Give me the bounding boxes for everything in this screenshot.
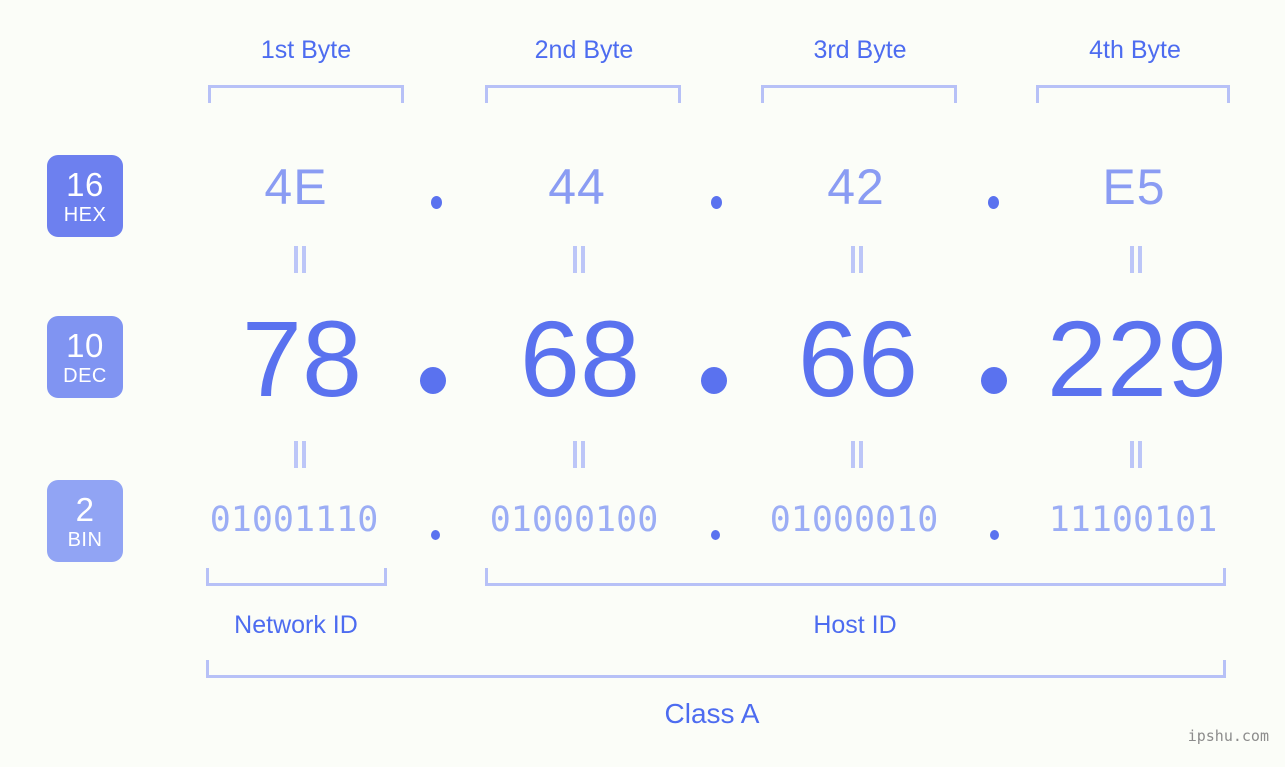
bin-value-byte-2: 01000100 xyxy=(489,500,659,540)
hex-separator-1 xyxy=(431,196,442,209)
base-badge-bin: 2 BIN xyxy=(47,480,123,562)
dec-value-byte-3: 66 xyxy=(797,298,919,419)
bin-value-byte-3: 01000010 xyxy=(769,500,939,540)
hex-separator-2 xyxy=(711,196,722,209)
equality-mark-dec-bin-2 xyxy=(571,441,587,468)
byte-header-label-1: 1st Byte xyxy=(260,36,352,64)
equality-mark-hex-dec-2 xyxy=(571,246,587,273)
byte-header-label-2: 2nd Byte xyxy=(534,36,634,64)
network-id-bracket xyxy=(206,568,387,586)
hex-value-byte-4: E5 xyxy=(1102,159,1166,215)
bin-separator-1 xyxy=(431,530,440,540)
host-id-label: Host ID xyxy=(813,611,897,639)
ip-address-breakdown-diagram: 1st Byte 2nd Byte 3rd Byte 4th Byte 16 H… xyxy=(0,0,1285,767)
byte-header-label-3: 3rd Byte xyxy=(813,36,907,64)
site-watermark: ipshu.com xyxy=(1187,727,1269,745)
host-id-bracket xyxy=(485,568,1226,586)
network-id-label: Network ID xyxy=(234,611,358,639)
byte-bracket-4 xyxy=(1036,85,1230,103)
dec-separator-2 xyxy=(701,367,727,394)
bin-value-byte-1: 01001110 xyxy=(209,500,379,540)
base-badge-hex-number: 16 xyxy=(66,165,104,203)
byte-bracket-3 xyxy=(761,85,957,103)
base-badge-hex: 16 HEX xyxy=(47,155,123,237)
bin-separator-2 xyxy=(711,530,720,540)
equality-mark-dec-bin-3 xyxy=(849,441,865,468)
class-label: Class A xyxy=(664,698,760,729)
base-badge-bin-abbr: BIN xyxy=(67,528,103,551)
equality-mark-hex-dec-1 xyxy=(292,246,308,273)
hex-value-byte-3: 42 xyxy=(827,159,885,215)
dec-value-byte-2: 68 xyxy=(519,298,641,419)
base-badge-dec-number: 10 xyxy=(66,326,104,364)
equality-mark-hex-dec-4 xyxy=(1128,246,1144,273)
equality-mark-dec-bin-1 xyxy=(292,441,308,468)
bin-separator-3 xyxy=(990,530,999,540)
dec-separator-3 xyxy=(981,367,1007,394)
base-badge-dec-abbr: DEC xyxy=(63,364,107,387)
dec-separator-1 xyxy=(420,367,446,394)
base-badge-hex-abbr: HEX xyxy=(63,203,107,226)
bin-value-byte-4: 11100101 xyxy=(1048,500,1218,540)
base-badge-dec: 10 DEC xyxy=(47,316,123,398)
hex-value-byte-2: 44 xyxy=(548,159,606,215)
equality-mark-dec-bin-4 xyxy=(1128,441,1144,468)
byte-header-label-4: 4th Byte xyxy=(1089,36,1181,64)
class-bracket xyxy=(206,660,1226,678)
dec-value-byte-4: 229 xyxy=(1046,298,1228,419)
hex-value-byte-1: 4E xyxy=(264,159,328,215)
base-badge-bin-number: 2 xyxy=(75,490,95,528)
dec-value-byte-1: 78 xyxy=(241,298,363,419)
hex-separator-3 xyxy=(988,196,999,209)
byte-bracket-2 xyxy=(485,85,681,103)
byte-bracket-1 xyxy=(208,85,404,103)
equality-mark-hex-dec-3 xyxy=(849,246,865,273)
